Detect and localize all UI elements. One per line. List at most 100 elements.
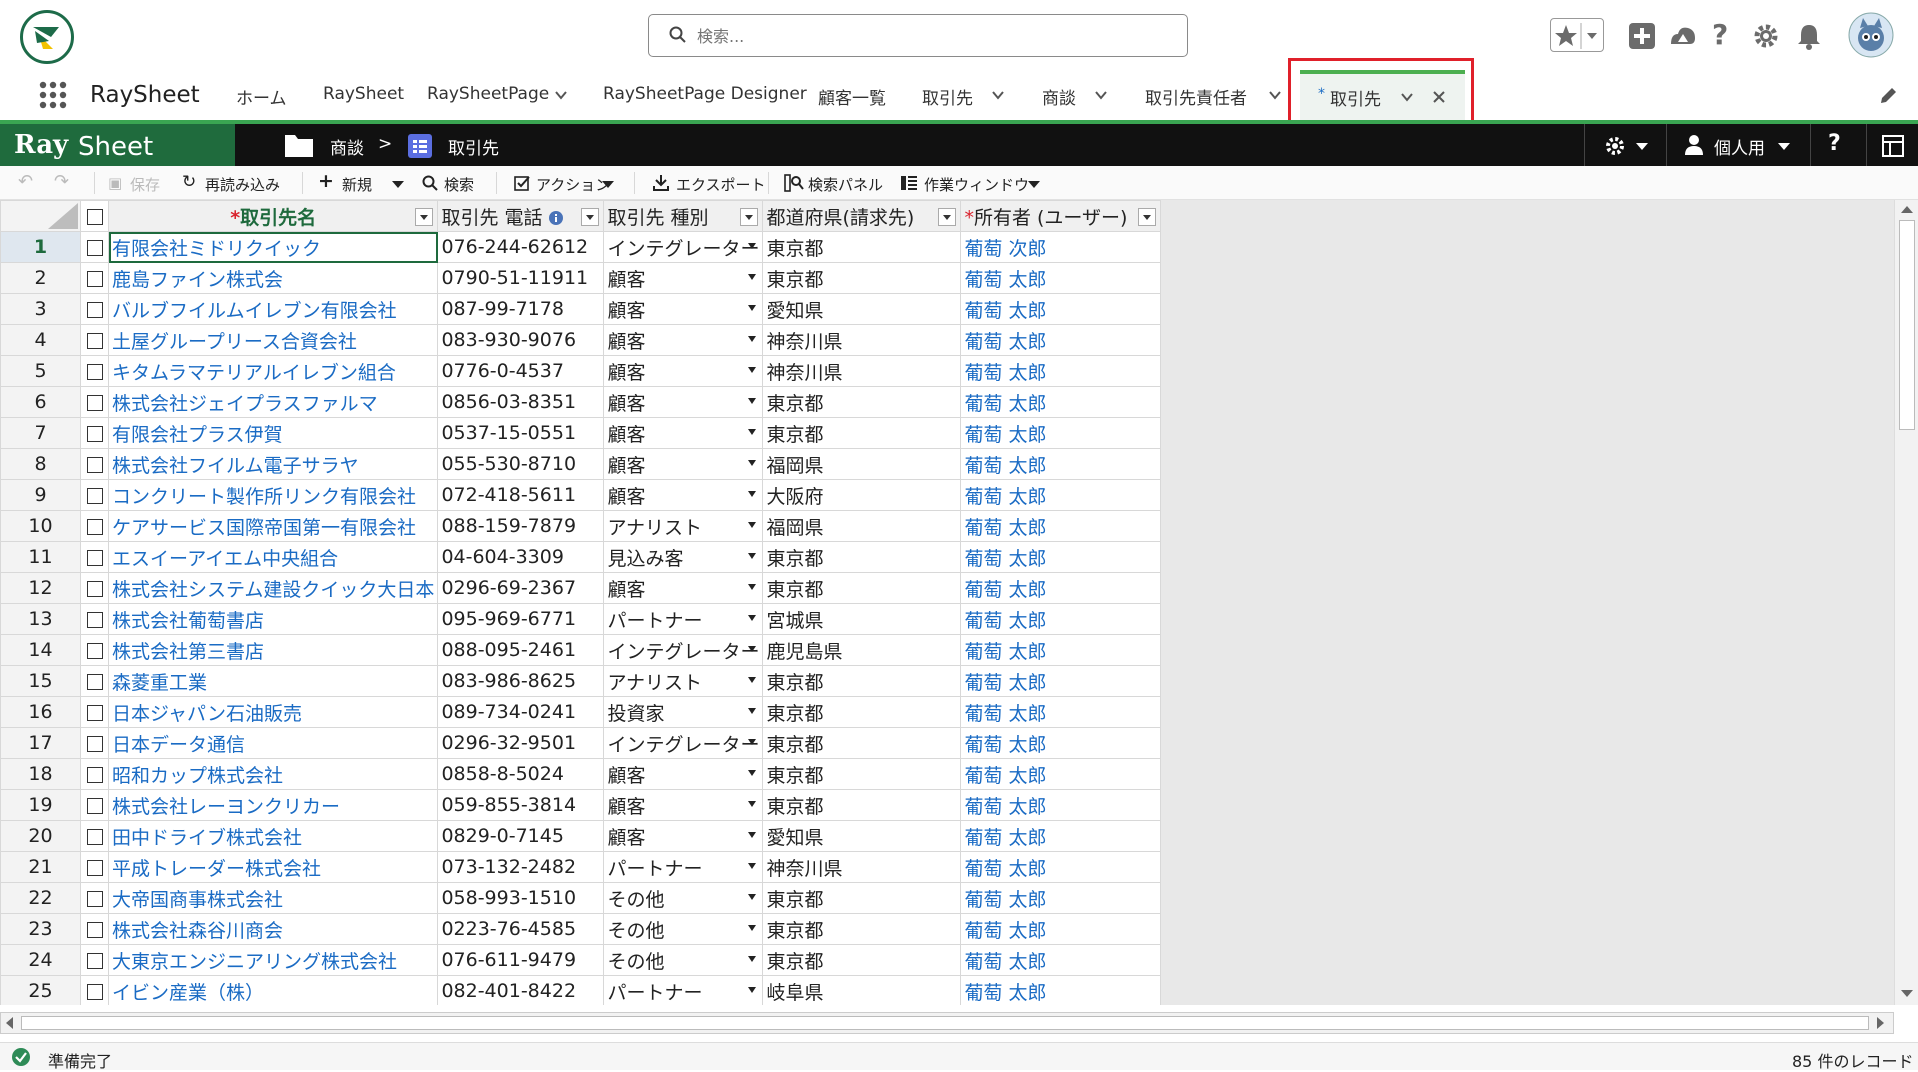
cell-account-name[interactable]: 株式会社葡萄書店 bbox=[107, 603, 439, 635]
row-checkbox-cell[interactable] bbox=[80, 355, 109, 387]
cell-account-name[interactable]: 日本データ通信 bbox=[107, 727, 439, 759]
action-dropdown-caret[interactable] bbox=[602, 181, 614, 188]
picklist-arrow-icon[interactable] bbox=[748, 770, 757, 776]
cell-owner[interactable]: 葡萄 太郎 bbox=[960, 944, 1162, 976]
table-row[interactable]: 11 エスイーアイエム中央組合 04-604-3309 見込み客 東京都 葡萄 太郎 bbox=[0, 541, 1162, 573]
cell-account-name[interactable]: 昭和カップ株式会社 bbox=[107, 758, 439, 790]
cell-phone[interactable]: 0537-15-0551 bbox=[437, 417, 605, 449]
cell-prefecture[interactable]: 福岡県 bbox=[762, 510, 962, 542]
row-checkbox-cell[interactable] bbox=[80, 820, 109, 852]
row-number[interactable]: 16 bbox=[0, 696, 81, 728]
cell-prefecture[interactable]: 神奈川県 bbox=[762, 324, 962, 356]
cell-account-name[interactable]: 株式会社ジェイプラスファルマ bbox=[107, 386, 439, 418]
row-number[interactable]: 12 bbox=[0, 572, 81, 604]
cell-owner[interactable]: 葡萄 太郎 bbox=[960, 386, 1162, 418]
row-number[interactable]: 22 bbox=[0, 882, 81, 914]
row-number[interactable]: 17 bbox=[0, 727, 81, 759]
nav-item-raysheetpage[interactable]: RaySheetPage bbox=[427, 84, 549, 104]
cell-phone[interactable]: 058-993-1510 bbox=[437, 882, 605, 914]
cell-account-name[interactable]: 株式会社システム建設クイック大日本 bbox=[107, 572, 439, 604]
row-number[interactable]: 24 bbox=[0, 944, 81, 976]
cell-account-name[interactable]: 土屋グループリース合資会社 bbox=[107, 324, 439, 356]
search-button[interactable]: 検索 bbox=[444, 174, 474, 195]
picklist-arrow-icon[interactable] bbox=[748, 522, 757, 528]
cell-owner[interactable]: 葡萄 太郎 bbox=[960, 262, 1162, 294]
horizontal-scrollbar[interactable] bbox=[0, 1012, 1894, 1034]
cell-type[interactable]: アナリスト bbox=[603, 665, 764, 697]
picklist-arrow-icon[interactable] bbox=[748, 336, 757, 342]
cell-type[interactable]: パートナー bbox=[603, 603, 764, 635]
cell-type[interactable]: 投資家 bbox=[603, 696, 764, 728]
row-number[interactable]: 23 bbox=[0, 913, 81, 945]
cell-owner[interactable]: 葡萄 太郎 bbox=[960, 975, 1162, 1005]
row-checkbox[interactable] bbox=[86, 394, 103, 411]
cell-account-name[interactable]: 大東京エンジニアリング株式会社 bbox=[107, 944, 439, 976]
table-row[interactable]: 15 森菱重工業 083-986-8625 アナリスト 東京都 葡萄 太郎 bbox=[0, 665, 1162, 697]
column-header-type[interactable]: 取引先 種別 bbox=[603, 200, 764, 232]
row-checkbox[interactable] bbox=[86, 704, 103, 721]
picklist-arrow-icon[interactable] bbox=[748, 615, 757, 621]
cell-account-name[interactable]: 田中ドライブ株式会社 bbox=[107, 820, 439, 852]
row-checkbox-cell[interactable] bbox=[80, 510, 109, 542]
cell-owner[interactable]: 葡萄 太郎 bbox=[960, 293, 1162, 325]
table-row[interactable]: 22 大帝国商事株式会社 058-993-1510 その他 東京都 葡萄 太郎 bbox=[0, 882, 1162, 914]
picklist-arrow-icon[interactable] bbox=[748, 677, 757, 683]
cell-type[interactable]: インテグレーター bbox=[603, 727, 764, 759]
scroll-left-arrow-icon[interactable] bbox=[6, 1017, 13, 1029]
row-number[interactable]: 1 bbox=[0, 231, 81, 263]
cell-owner[interactable]: 葡萄 太郎 bbox=[960, 913, 1162, 945]
table-row[interactable]: 3 バルブフイルムイレブン有限会社 087-99-7178 顧客 愛知県 葡萄 太郎 bbox=[0, 293, 1162, 325]
cell-phone[interactable]: 0829-0-7145 bbox=[437, 820, 605, 852]
save-button[interactable]: 保存 bbox=[130, 174, 160, 195]
column-header-phone[interactable]: 取引先 電話 bbox=[437, 200, 605, 232]
picklist-arrow-icon[interactable] bbox=[748, 832, 757, 838]
picklist-arrow-icon[interactable] bbox=[748, 646, 757, 652]
row-number[interactable]: 25 bbox=[0, 975, 81, 1005]
cell-owner[interactable]: 葡萄 太郎 bbox=[960, 851, 1162, 883]
cell-prefecture[interactable]: 東京都 bbox=[762, 944, 962, 976]
row-checkbox-cell[interactable] bbox=[80, 324, 109, 356]
row-checkbox[interactable] bbox=[86, 797, 103, 814]
export-button[interactable]: エクスポート bbox=[676, 174, 766, 195]
info-icon[interactable] bbox=[548, 211, 563, 225]
cell-phone[interactable]: 0296-32-9501 bbox=[437, 727, 605, 759]
row-checkbox[interactable] bbox=[86, 363, 103, 380]
row-checkbox[interactable] bbox=[86, 332, 103, 349]
row-number[interactable]: 13 bbox=[0, 603, 81, 635]
cell-owner[interactable]: 葡萄 太郎 bbox=[960, 355, 1162, 387]
cell-prefecture[interactable]: 東京都 bbox=[762, 541, 962, 573]
row-checkbox[interactable] bbox=[86, 952, 103, 969]
cell-prefecture[interactable]: 鹿児島県 bbox=[762, 634, 962, 666]
cell-phone[interactable]: 073-132-2482 bbox=[437, 851, 605, 883]
cell-owner[interactable]: 葡萄 太郎 bbox=[960, 696, 1162, 728]
cell-type[interactable]: パートナー bbox=[603, 851, 764, 883]
caret-down-icon[interactable] bbox=[1636, 143, 1648, 150]
scroll-up-arrow-icon[interactable] bbox=[1901, 206, 1913, 213]
cell-type[interactable]: 顧客 bbox=[603, 355, 764, 387]
table-row[interactable]: 18 昭和カップ株式会社 0858-8-5024 顧客 東京都 葡萄 太郎 bbox=[0, 758, 1162, 790]
cell-type[interactable]: その他 bbox=[603, 882, 764, 914]
select-all-checkbox[interactable] bbox=[86, 208, 103, 225]
row-checkbox-cell[interactable] bbox=[80, 386, 109, 418]
row-number[interactable]: 10 bbox=[0, 510, 81, 542]
row-checkbox[interactable] bbox=[86, 890, 103, 907]
cell-prefecture[interactable]: 東京都 bbox=[762, 417, 962, 449]
picklist-arrow-icon[interactable] bbox=[748, 305, 757, 311]
cell-account-name[interactable]: 株式会社レーヨンクリカー bbox=[107, 789, 439, 821]
cell-prefecture[interactable]: 福岡県 bbox=[762, 448, 962, 480]
picklist-arrow-icon[interactable] bbox=[748, 429, 757, 435]
org-logo[interactable] bbox=[20, 10, 74, 64]
row-checkbox[interactable] bbox=[86, 983, 103, 1000]
row-checkbox-cell[interactable] bbox=[80, 851, 109, 883]
picklist-arrow-icon[interactable] bbox=[748, 274, 757, 280]
table-row[interactable]: 7 有限会社プラス伊賀 0537-15-0551 顧客 東京都 葡萄 太郎 bbox=[0, 417, 1162, 449]
row-checkbox-cell[interactable] bbox=[80, 913, 109, 945]
cell-phone[interactable]: 088-095-2461 bbox=[437, 634, 605, 666]
picklist-arrow-icon[interactable] bbox=[748, 863, 757, 869]
row-checkbox-cell[interactable] bbox=[80, 789, 109, 821]
picklist-arrow-icon[interactable] bbox=[748, 708, 757, 714]
scroll-right-arrow-icon[interactable] bbox=[1877, 1017, 1884, 1029]
cell-phone[interactable]: 082-401-8422 bbox=[437, 975, 605, 1005]
cell-owner[interactable]: 葡萄 太郎 bbox=[960, 603, 1162, 635]
chevron-down-icon[interactable] bbox=[1094, 88, 1108, 102]
